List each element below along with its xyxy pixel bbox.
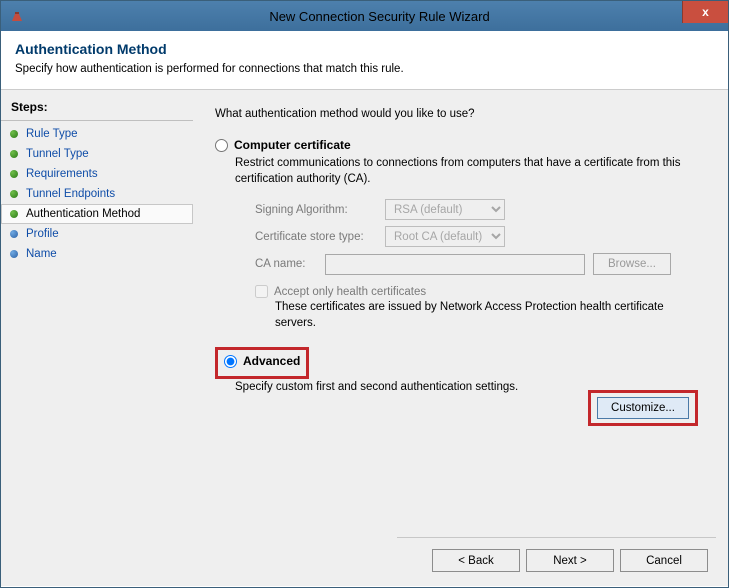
app-icon bbox=[9, 8, 25, 24]
certificate-store-row: Certificate store type: Root CA (default… bbox=[255, 226, 706, 247]
step-tunnel-endpoints[interactable]: Tunnel Endpoints bbox=[1, 184, 193, 204]
step-name[interactable]: Name bbox=[1, 244, 193, 264]
signing-algorithm-select[interactable]: RSA (default) bbox=[385, 199, 505, 220]
step-authentication-method[interactable]: Authentication Method bbox=[1, 204, 193, 224]
ca-name-label: CA name: bbox=[255, 258, 325, 270]
step-label: Rule Type bbox=[26, 128, 78, 140]
steps-heading: Steps: bbox=[1, 96, 193, 121]
close-icon: x bbox=[702, 5, 709, 19]
option-computer-certificate[interactable]: Computer certificate bbox=[215, 138, 706, 152]
window-title: New Connection Security Rule Wizard bbox=[31, 9, 728, 24]
step-label: Profile bbox=[26, 228, 59, 240]
health-cert-label: Accept only health certificates bbox=[274, 286, 426, 298]
option-advanced[interactable]: Advanced bbox=[224, 354, 300, 368]
certificate-store-select[interactable]: Root CA (default) bbox=[385, 226, 505, 247]
step-label: Tunnel Type bbox=[26, 148, 89, 160]
certificate-store-label: Certificate store type: bbox=[255, 231, 385, 243]
advanced-highlight: Advanced bbox=[215, 347, 309, 379]
health-cert-description: These certificates are issued by Network… bbox=[275, 300, 706, 331]
customize-highlight: Customize... bbox=[588, 390, 698, 426]
radio-label: Advanced bbox=[243, 354, 300, 368]
page-title: Authentication Method bbox=[15, 41, 714, 57]
back-button[interactable]: < Back bbox=[432, 549, 520, 572]
step-label: Tunnel Endpoints bbox=[26, 188, 115, 200]
health-cert-row: Accept only health certificates bbox=[255, 285, 706, 298]
bullet-icon bbox=[10, 250, 18, 258]
option1-description: Restrict communications to connections f… bbox=[235, 156, 706, 187]
next-button[interactable]: Next > bbox=[526, 549, 614, 572]
bullet-icon bbox=[10, 230, 18, 238]
radio-computer-certificate[interactable] bbox=[215, 139, 228, 152]
bullet-icon bbox=[10, 170, 18, 178]
browse-button[interactable]: Browse... bbox=[593, 253, 671, 275]
radio-label: Computer certificate bbox=[234, 138, 351, 152]
bullet-icon bbox=[10, 190, 18, 198]
steps-sidebar: Steps: Rule Type Tunnel Type Requirement… bbox=[1, 90, 193, 586]
step-label: Authentication Method bbox=[26, 208, 140, 220]
step-tunnel-type[interactable]: Tunnel Type bbox=[1, 144, 193, 164]
step-profile[interactable]: Profile bbox=[1, 224, 193, 244]
cancel-button[interactable]: Cancel bbox=[620, 549, 708, 572]
bullet-icon bbox=[10, 210, 18, 218]
close-button[interactable]: x bbox=[682, 1, 728, 23]
page-subtitle: Specify how authentication is performed … bbox=[15, 63, 714, 75]
ca-name-input[interactable] bbox=[325, 254, 585, 275]
radio-advanced[interactable] bbox=[224, 355, 237, 368]
footer-divider bbox=[397, 537, 716, 538]
step-label: Name bbox=[26, 248, 57, 260]
wizard-body: Steps: Rule Type Tunnel Type Requirement… bbox=[1, 90, 728, 586]
health-cert-checkbox[interactable] bbox=[255, 285, 268, 298]
main-panel: What authentication method would you lik… bbox=[193, 90, 728, 586]
bullet-icon bbox=[10, 130, 18, 138]
step-label: Requirements bbox=[26, 168, 98, 180]
wizard-footer: < Back Next > Cancel bbox=[432, 549, 708, 572]
customize-button[interactable]: Customize... bbox=[597, 397, 689, 419]
option-advanced-section: Advanced Specify custom first and second… bbox=[215, 347, 706, 393]
ca-name-row: CA name: Browse... bbox=[255, 253, 706, 275]
wizard-window: New Connection Security Rule Wizard x Au… bbox=[0, 0, 729, 588]
titlebar: New Connection Security Rule Wizard x bbox=[1, 1, 728, 31]
bullet-icon bbox=[10, 150, 18, 158]
step-rule-type[interactable]: Rule Type bbox=[1, 124, 193, 144]
wizard-header: Authentication Method Specify how authen… bbox=[1, 31, 728, 90]
prompt-text: What authentication method would you lik… bbox=[215, 108, 706, 120]
signing-algorithm-label: Signing Algorithm: bbox=[255, 204, 385, 216]
signing-algorithm-row: Signing Algorithm: RSA (default) bbox=[255, 199, 706, 220]
step-requirements[interactable]: Requirements bbox=[1, 164, 193, 184]
